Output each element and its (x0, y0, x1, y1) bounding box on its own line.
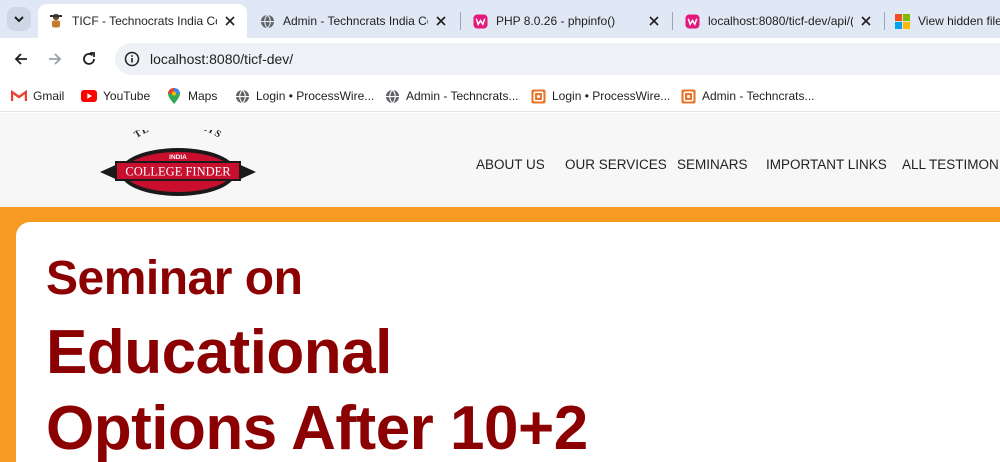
chevron-down-icon (14, 16, 24, 23)
forward-button[interactable] (43, 47, 67, 71)
nav-our-services[interactable]: OUR SERVICES (565, 157, 667, 172)
arrow-right-icon (49, 53, 62, 65)
tab-title: View hidden files (918, 14, 1000, 28)
tab-api[interactable]: localhost:8080/ticf-dev/api/( (674, 4, 883, 38)
back-button[interactable] (9, 47, 33, 71)
college-finder-logo[interactable]: TECHNOCRATS INDIA COLLEGE FINDER (98, 130, 258, 202)
info-icon[interactable] (124, 51, 140, 67)
processwire-icon (530, 88, 546, 104)
logo-top-text: TECHNOCRATS (132, 130, 222, 141)
bookmark-label: Admin - Techncrats... (702, 89, 815, 103)
reload-icon (83, 52, 95, 65)
bookmark-admin-techncrats[interactable]: Admin - Techncrats... (384, 86, 519, 106)
hero-title-line-2: Educational (46, 318, 392, 387)
tab-strip: TICF - Technocrats India Coll Admin - Te… (0, 0, 1000, 38)
ticf-favicon-icon (48, 13, 64, 29)
close-icon[interactable] (857, 12, 875, 30)
tab-title: TICF - Technocrats India Coll (72, 14, 217, 28)
maps-icon (166, 88, 182, 104)
bookmarks-bar: Gmail YouTube Maps Login • ProcessWire..… (0, 80, 1000, 112)
bookmark-maps[interactable]: Maps (166, 86, 217, 106)
tab-title: localhost:8080/ticf-dev/api/( (708, 14, 853, 28)
bookmark-admin-techncrats-2[interactable]: Admin - Techncrats... (680, 86, 815, 106)
globe-icon (384, 88, 400, 104)
bookmark-login-processwire[interactable]: Login • ProcessWire... (234, 86, 374, 106)
hero-title-line-1: Seminar on (46, 252, 303, 305)
nav-about-us[interactable]: ABOUT US (476, 157, 545, 172)
logo-middle-text: INDIA (169, 154, 187, 161)
tab-phpinfo[interactable]: PHP 8.0.26 - phpinfo() (462, 4, 671, 38)
tab-separator (672, 12, 673, 30)
arrow-left-icon (14, 53, 27, 65)
address-bar[interactable]: localhost:8080/ticf-dev/ (115, 43, 1000, 75)
bookmark-login-processwire-2[interactable]: Login • ProcessWire... (530, 86, 670, 106)
nav-seminars[interactable]: SEMINARS (677, 157, 748, 172)
gmail-icon (11, 88, 27, 104)
processwire-icon (680, 88, 696, 104)
tab-separator (460, 12, 461, 30)
address-url[interactable]: localhost:8080/ticf-dev/ (150, 51, 293, 67)
tab-admin[interactable]: Admin - Techncrats India Co (249, 4, 458, 38)
bookmark-label: Login • ProcessWire... (256, 89, 375, 103)
wamp-icon (472, 13, 488, 29)
bookmark-gmail[interactable]: Gmail (11, 86, 64, 106)
logo-main-text: COLLEGE FINDER (125, 165, 231, 179)
wamp-icon (684, 13, 700, 29)
bookmark-youtube[interactable]: YouTube (81, 86, 150, 106)
browser-toolbar: localhost:8080/ticf-dev/ (0, 38, 1000, 80)
tab-title: PHP 8.0.26 - phpinfo() (496, 14, 616, 28)
bookmark-label: Maps (188, 89, 218, 103)
nav-important-links[interactable]: IMPORTANT LINKS (766, 157, 887, 172)
tab-search-button[interactable] (7, 7, 31, 31)
nav-all-testimonials[interactable]: ALL TESTIMONIALS (902, 157, 1000, 172)
close-icon[interactable] (645, 12, 663, 30)
web-page: TECHNOCRATS INDIA COLLEGE FINDER ABOUT U… (0, 113, 1000, 462)
site-header: TECHNOCRATS INDIA COLLEGE FINDER ABOUT U… (0, 113, 1000, 207)
globe-icon (234, 88, 250, 104)
tab-ticf[interactable]: TICF - Technocrats India Coll (38, 4, 247, 38)
reload-button[interactable] (77, 47, 101, 71)
close-icon[interactable] (432, 12, 450, 30)
youtube-icon (81, 88, 97, 104)
bookmark-label: Gmail (33, 89, 65, 103)
tab-hidden-files[interactable]: View hidden files (884, 4, 1000, 38)
windows-icon (894, 13, 910, 29)
bookmark-label: Admin - Techncrats... (406, 89, 519, 103)
globe-icon (259, 13, 275, 29)
bookmark-label: YouTube (103, 89, 151, 103)
close-icon[interactable] (221, 12, 239, 30)
tab-title: Admin - Techncrats India Co (283, 14, 428, 28)
svg-text:TECHNOCRATS: TECHNOCRATS (132, 130, 223, 141)
bookmark-label: Login • ProcessWire... (552, 89, 671, 103)
hero-title-line-3: Options After 10+2 (46, 394, 588, 462)
